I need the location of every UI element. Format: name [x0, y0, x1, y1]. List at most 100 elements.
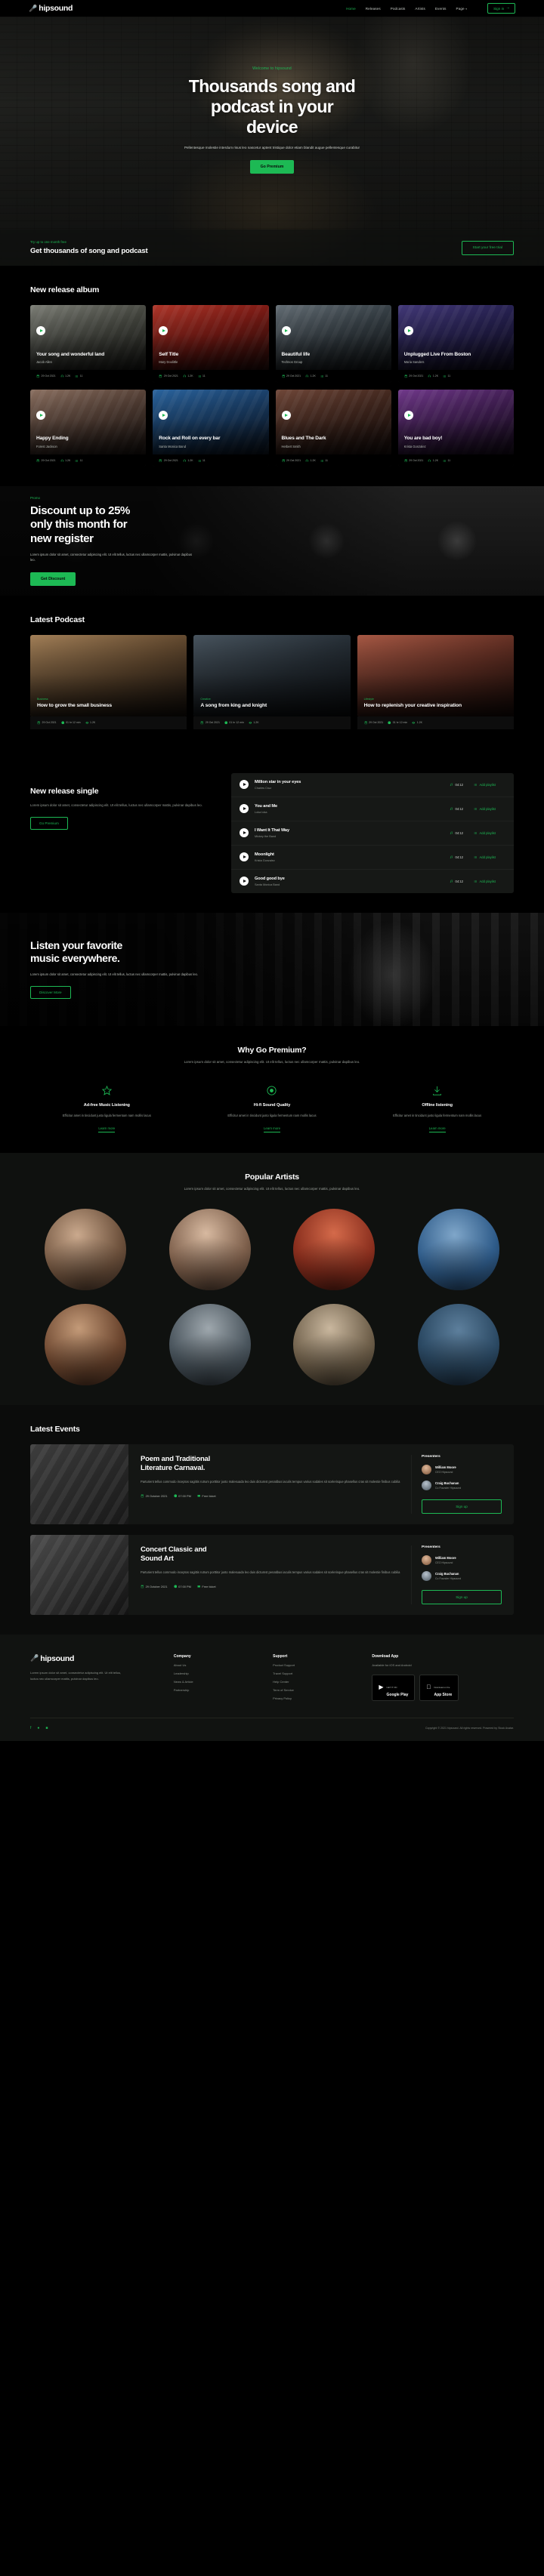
- album-card[interactable]: Your song and wonderful land Jacob Allen…: [30, 305, 147, 383]
- app-store-button[interactable]:  Download on the App Store: [419, 1674, 459, 1701]
- artists-title: Popular Artists: [245, 1172, 299, 1182]
- footer-link[interactable]: About Us: [174, 1663, 262, 1667]
- artist-item[interactable]: [279, 1303, 390, 1385]
- feature-learn-more-link[interactable]: Learn more: [98, 1126, 116, 1132]
- album-artist: Forest Jackson: [36, 444, 57, 448]
- track-play-button[interactable]: [240, 780, 249, 789]
- album-card[interactable]: Beautiful life Technos Group 29 Oct 2021…: [275, 305, 391, 383]
- album-card[interactable]: Happy Ending Forest Jackson 29 Oct 2021 …: [30, 389, 147, 467]
- album-date: 29 Oct 2021: [404, 459, 423, 463]
- event-date: 29 October 2021: [141, 1585, 168, 1588]
- twitter-icon[interactable]: ●: [37, 1726, 39, 1730]
- album-artist: Santa Monica Band: [159, 444, 186, 448]
- footer-link[interactable]: Term of Service: [273, 1688, 361, 1692]
- track-play-button[interactable]: [240, 804, 249, 813]
- artist-item[interactable]: [155, 1303, 266, 1385]
- play-button[interactable]: [159, 326, 168, 335]
- album-title: Unplugged Live From Boston: [403, 351, 471, 357]
- artist-item[interactable]: [279, 1208, 390, 1290]
- play-button[interactable]: [403, 410, 413, 420]
- sign-in-button[interactable]: Sign in ➝: [487, 3, 515, 14]
- presenter-avatar: [422, 1570, 431, 1581]
- add-to-playlist-button[interactable]: Add playlist: [474, 807, 505, 811]
- track-title: Good good bye: [255, 876, 285, 881]
- footer-link[interactable]: Product Support: [273, 1663, 361, 1667]
- artist-item[interactable]: [30, 1303, 141, 1385]
- artist-item[interactable]: [403, 1208, 515, 1290]
- track-row[interactable]: Moonlight Krista Gonzalez 04:12 Add play…: [231, 846, 514, 870]
- presenter-role: Co Founder Hipsound: [435, 1486, 462, 1490]
- artist-item[interactable]: [30, 1208, 141, 1290]
- footer-link[interactable]: Partnership: [174, 1688, 262, 1692]
- track-play-button[interactable]: [240, 828, 249, 837]
- artist-item[interactable]: [403, 1303, 515, 1385]
- track-title: I Want It That Way: [255, 827, 289, 833]
- footer-link[interactable]: Help Center: [273, 1680, 361, 1684]
- play-button[interactable]: [281, 326, 291, 335]
- add-to-playlist-button[interactable]: Add playlist: [474, 831, 505, 835]
- track-play-button[interactable]: [240, 877, 249, 886]
- add-to-playlist-button[interactable]: Add playlist: [474, 880, 505, 883]
- play-button[interactable]: [159, 410, 168, 420]
- nav-item-artists[interactable]: Artists: [415, 7, 425, 11]
- add-to-playlist-button[interactable]: Add playlist: [474, 783, 505, 787]
- track-duration: 04:12: [450, 831, 463, 835]
- footer-link[interactable]: Travel Support: [273, 1672, 361, 1675]
- track-row[interactable]: Million star in your eyes Charles Cruz 0…: [231, 773, 514, 797]
- go-premium-button[interactable]: Go Premium: [249, 160, 295, 174]
- artist-item[interactable]: [155, 1208, 266, 1290]
- footer-link[interactable]: Leadership: [174, 1672, 262, 1675]
- footer-download-title: Download App: [372, 1653, 399, 1659]
- start-free-trial-button[interactable]: Start your free trial: [461, 240, 514, 255]
- footer-link[interactable]: Privacy Policy: [273, 1696, 361, 1700]
- feature-learn-more-link[interactable]: Learn more: [264, 1126, 280, 1132]
- google-play-button[interactable]: ▶ GET IT ON Google Play: [372, 1674, 416, 1701]
- track-duration: 04:12: [450, 783, 463, 787]
- album-card[interactable]: Rock and Roll on every bar Santa Monica …: [153, 389, 269, 467]
- album-card[interactable]: You are bad boy! Krista Gonzalez 29 Oct …: [397, 389, 514, 467]
- album-track-count: 11: [198, 374, 206, 378]
- presenter-item: Craig Buchanan Co Founder Hipsound: [422, 1570, 502, 1581]
- track-row[interactable]: You and Me Loka Ioka 04:12 Add playlist: [231, 797, 514, 821]
- event-date: 29 October 2021: [141, 1494, 168, 1498]
- presenter-avatar: [422, 1464, 431, 1474]
- facebook-icon[interactable]: f: [30, 1726, 31, 1730]
- single-go-premium-button[interactable]: Go Premium: [30, 817, 68, 830]
- track-duration: 04:12: [450, 807, 463, 811]
- logo[interactable]: 🎤 hipsound: [29, 4, 73, 13]
- discover-more-button[interactable]: Discover More: [30, 986, 71, 1000]
- album-card[interactable]: Blues and The Dark Herbert Smith 29 Oct …: [275, 389, 391, 467]
- footer-link[interactable]: News & Article: [174, 1680, 262, 1684]
- album-card[interactable]: Unplugged Live From Boston Maria Sanders…: [397, 305, 514, 383]
- hero-cta-bar: Try up to one month free Get thousands o…: [0, 230, 544, 266]
- instagram-icon[interactable]: ■: [45, 1726, 48, 1730]
- play-button[interactable]: [403, 326, 413, 335]
- footer-company-title: Company: [173, 1653, 191, 1659]
- event-signup-button[interactable]: Sign up: [422, 1499, 502, 1514]
- app-store-large: App Store: [429, 1692, 452, 1697]
- podcast-card[interactable]: Creative A song from king and knight 29 …: [193, 635, 351, 729]
- track-play-button[interactable]: [240, 852, 249, 861]
- disc-icon: [196, 1083, 349, 1098]
- nav-item-page[interactable]: Page ▾: [456, 7, 468, 11]
- track-row[interactable]: Good good bye Santa Monica Band 04:12 Ad…: [231, 870, 514, 893]
- artist-avatar: [293, 1303, 376, 1385]
- event-signup-button[interactable]: Sign up: [422, 1589, 502, 1604]
- feature-title: Ad-free Music Listening: [83, 1103, 130, 1108]
- nav-item-home[interactable]: Home: [346, 7, 356, 11]
- footer-logo[interactable]: 🎤 hipsound: [30, 1654, 163, 1663]
- track-row[interactable]: I Want It That Way Mickey the Band 04:12…: [231, 821, 514, 846]
- play-button[interactable]: [36, 410, 45, 420]
- get-discount-button[interactable]: Get Discount: [30, 572, 76, 586]
- podcast-card[interactable]: Business How to grow the small business …: [30, 635, 187, 729]
- nav-item-podcasts[interactable]: Podcasts: [391, 7, 406, 11]
- add-to-playlist-button[interactable]: Add playlist: [474, 855, 505, 859]
- nav-item-releases[interactable]: Releases: [366, 7, 381, 11]
- album-card[interactable]: Self Title Mary Doolittle 29 Oct 2021 1.…: [153, 305, 269, 383]
- play-button[interactable]: [36, 326, 45, 335]
- album-title: Self Title: [159, 351, 179, 357]
- play-button[interactable]: [281, 410, 291, 420]
- feature-learn-more-link[interactable]: Learn more: [428, 1126, 446, 1132]
- nav-item-events[interactable]: Events: [435, 7, 447, 11]
- podcast-card[interactable]: Lifestyle How to replenish your creative…: [357, 635, 514, 729]
